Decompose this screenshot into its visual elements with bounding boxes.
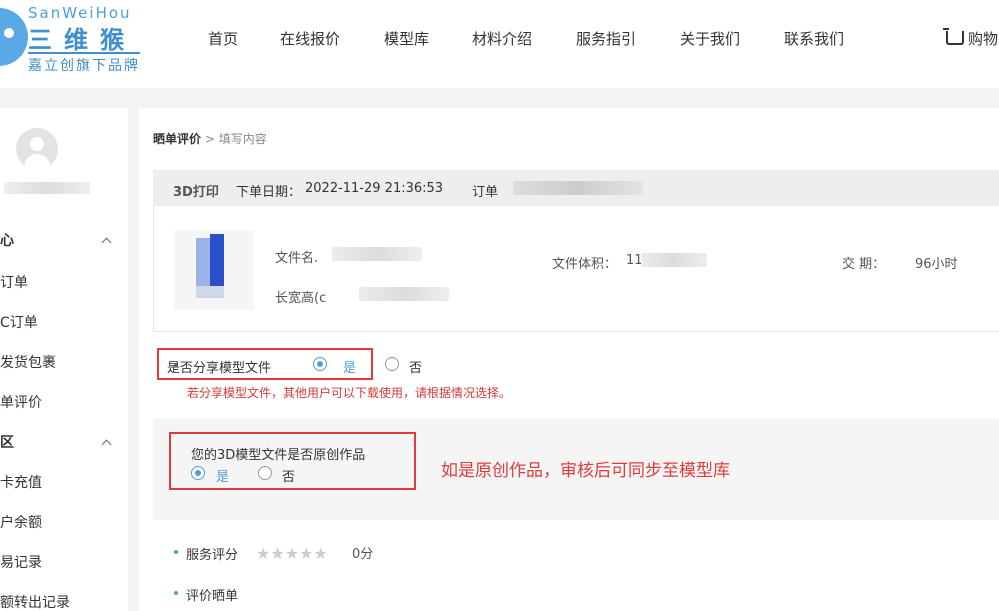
sidebar-group-account[interactable]: 区 (0, 432, 14, 452)
product-row: 文件名. 长宽高(c 文件体积： 11 交 期： 96小时 (153, 206, 999, 332)
review-form-panel: 晒单评价 > 填写内容 3D打印 下单日期： 2022-11-29 21:36:… (139, 108, 999, 611)
username-redacted (4, 182, 90, 194)
sidebar-group-center[interactable]: 心 (0, 230, 14, 250)
dimensions-redacted (359, 287, 449, 301)
brand-tagline: 嘉立创旗下品牌 (28, 52, 140, 75)
breadcrumb-current: 填写内容 (218, 132, 267, 146)
order-type: 3D打印 (173, 185, 219, 200)
cart-icon (943, 28, 964, 45)
nav-about-us[interactable]: 关于我们 (680, 28, 740, 49)
service-rating-label: 服务评分 (186, 548, 239, 563)
share-no-label[interactable]: 否 (409, 357, 422, 376)
star-icon[interactable]: ★ (256, 544, 270, 563)
delivery-label: 交 期： (842, 257, 886, 272)
original-annotation: 如是原创作品，审核后可同步至模型库 (441, 461, 730, 481)
nav-home[interactable]: 首页 (208, 28, 238, 49)
order-date-label: 下单日期： (236, 185, 302, 200)
breadcrumb-separator: > (204, 132, 215, 146)
model-thumbnail (174, 230, 254, 310)
star-icon[interactable]: ★ (299, 544, 313, 563)
original-question: 您的3D模型文件是否原创作品 (191, 448, 366, 463)
original-highlight-box: 您的3D模型文件是否原创作品 是 否 (169, 432, 416, 490)
share-yes-label[interactable]: 是 (343, 357, 356, 376)
breadcrumb: 晒单评价 > 填写内容 (153, 130, 267, 147)
sidebar-item-c-orders[interactable]: C订单 (0, 312, 38, 332)
share-yes-radio[interactable] (313, 357, 327, 371)
order-number-label: 订单 (472, 185, 499, 200)
rating-score: 0分 (352, 547, 374, 562)
nav-service-guide[interactable]: 服务指引 (576, 28, 636, 49)
cart-label: 购物 (968, 30, 999, 48)
share-no-radio[interactable] (385, 357, 399, 371)
nav-online-quote[interactable]: 在线报价 (280, 28, 340, 49)
chevron-up-icon[interactable] (101, 237, 112, 248)
nav-contact-us[interactable]: 联系我们 (784, 28, 844, 49)
sidebar-item-withdrawals[interactable]: 额转出记录 (0, 592, 70, 611)
nav-model-library[interactable]: 模型库 (384, 28, 429, 49)
dimensions-label: 长宽高(c (275, 291, 327, 306)
cart-link[interactable]: 购物 (943, 28, 999, 49)
original-yes-radio[interactable] (191, 466, 205, 480)
volume-label: 文件体积： (552, 257, 618, 272)
share-highlight-box: 是否分享模型文件 是 (157, 348, 373, 380)
breadcrumb-root[interactable]: 晒单评价 (153, 132, 201, 146)
order-date-value: 2022-11-29 21:36:53 (305, 181, 444, 196)
star-icon[interactable]: ★ (313, 544, 327, 563)
avatar (16, 128, 58, 170)
filename-redacted (332, 247, 422, 261)
share-label: 是否分享模型文件 (167, 361, 272, 376)
site-header: SanWeiHou 三维猴 嘉立创旗下品牌 首页 在线报价 模型库 材料介绍 服… (0, 0, 999, 88)
review-label: 评价晒单 (186, 589, 239, 604)
sidebar-item-balance[interactable]: 户余额 (0, 512, 42, 532)
delivery-value: 96小时 (915, 257, 958, 272)
star-icon[interactable]: ★ (270, 544, 284, 563)
monkey-logo-icon (0, 8, 28, 66)
original-yes-label[interactable]: 是 (216, 466, 229, 485)
sidebar-item-shipments[interactable]: 发货包裹 (0, 352, 56, 372)
order-number-redacted (513, 181, 643, 195)
bullet-dot (174, 550, 178, 554)
volume-redacted (641, 253, 707, 267)
share-hint: 若分享模型文件，其他用户可以下载使用，请根据情况选择。 (187, 386, 512, 400)
filename-label: 文件名. (275, 251, 319, 266)
sidebar-item-orders[interactable]: 订单 (0, 272, 28, 292)
sidebar-item-reviews[interactable]: 单评价 (0, 392, 42, 412)
sidebar-item-recharge[interactable]: 卡充值 (0, 472, 42, 492)
original-no-label[interactable]: 否 (282, 466, 295, 485)
rating-stars: ★★★★★ (256, 544, 328, 563)
brand-name-cn: 三维猴 (28, 26, 136, 54)
order-header: 3D打印 下单日期： 2022-11-29 21:36:53 订单 (153, 170, 999, 206)
bullet-dot (174, 591, 178, 595)
sidebar-item-transactions[interactable]: 易记录 (0, 552, 42, 572)
original-no-radio[interactable] (258, 466, 272, 480)
brand-logo[interactable]: SanWeiHou 三维猴 嘉立创旗下品牌 (0, 0, 150, 88)
chevron-up-icon[interactable] (101, 439, 112, 450)
user-sidebar: 心 订单 C订单 发货包裹 单评价 区 卡充值 户余额 易记录 额转出记录 (0, 108, 128, 611)
star-icon[interactable]: ★ (285, 544, 299, 563)
nav-materials[interactable]: 材料介绍 (472, 28, 532, 49)
